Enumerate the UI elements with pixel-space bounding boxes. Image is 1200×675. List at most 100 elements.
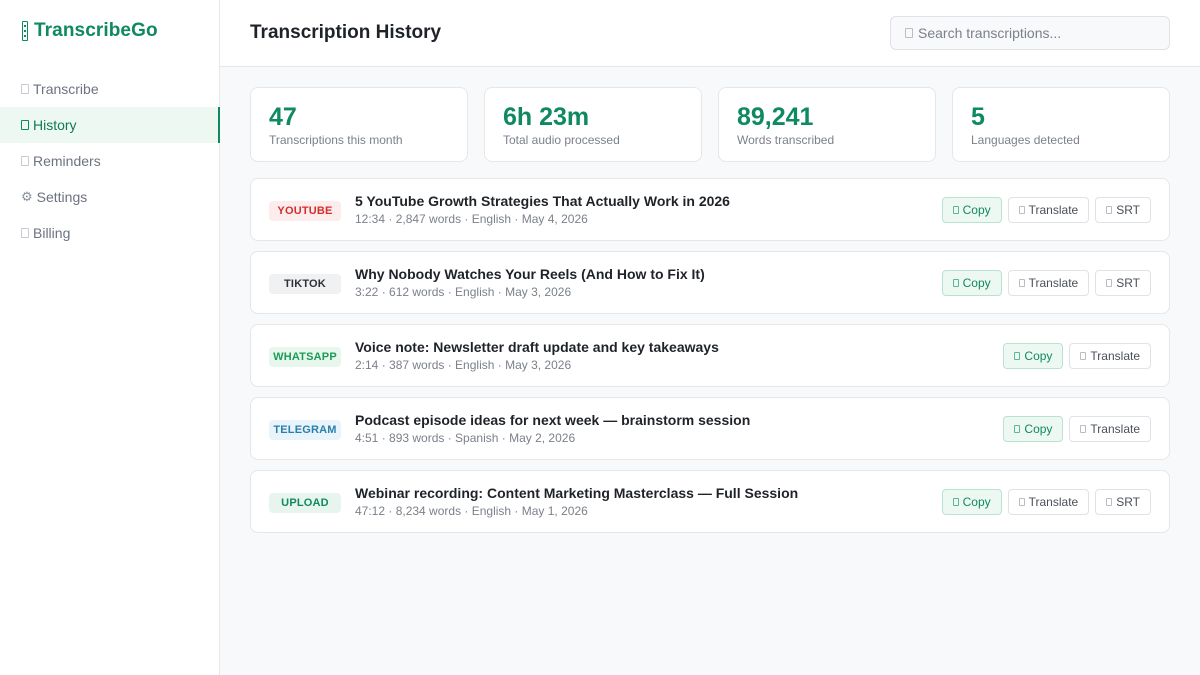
transcription-meta: 47:12 · 8,234 words · English · May 1, 2… — [355, 504, 588, 518]
transcription-meta: 4:51 · 893 words · Spanish · May 2, 2026 — [355, 431, 576, 445]
search-input[interactable] — [918, 25, 1158, 41]
button-label: Translate — [1090, 422, 1140, 436]
translate-button[interactable]: Translate — [1007, 197, 1090, 223]
sidebar-item-reminders[interactable]: Reminders — [0, 143, 220, 179]
button-label: SRT — [1116, 203, 1140, 217]
sidebar-item-label: History — [33, 117, 77, 133]
button-label: Copy — [1024, 349, 1053, 363]
transcription-meta: 12:34 · 2,847 words · English · May 4, 2… — [355, 212, 588, 226]
stat-value: 47 — [269, 103, 297, 131]
history-icon — [21, 120, 29, 130]
translate-icon — [1018, 279, 1025, 287]
source-badge: YOUTUBE — [269, 201, 341, 221]
stat-label: Words transcribed — [737, 133, 835, 147]
stat-label: Transcriptions this month — [269, 133, 403, 147]
transcription-meta: 2:14 · 387 words · English · May 3, 2026 — [355, 358, 572, 372]
transcription-row[interactable]: TELEGRAM Podcast episode ideas for next … — [250, 397, 1170, 460]
search-icon — [905, 28, 913, 38]
sidebar-item-billing[interactable]: Billing — [0, 215, 220, 251]
transcription-row[interactable]: YOUTUBE 5 YouTube Growth Strategies That… — [250, 178, 1170, 241]
button-label: SRT — [1116, 495, 1140, 509]
sidebar-nav: Transcribe History Reminders ⚙ Settings … — [0, 71, 220, 251]
stat-card-languages: 5 Languages detected — [952, 87, 1170, 162]
transcription-title[interactable]: Voice note: Newsletter draft update and … — [355, 339, 719, 355]
sidebar: TranscribeGo Transcribe History Reminder… — [0, 0, 220, 675]
gear-icon: ⚙ — [21, 189, 33, 204]
sidebar-item-label: Settings — [36, 189, 88, 205]
transcription-title[interactable]: Why Nobody Watches Your Reels (And How t… — [355, 266, 705, 282]
translate-icon — [1018, 206, 1025, 214]
copy-icon — [952, 206, 959, 214]
translate-button[interactable]: Translate — [1069, 416, 1151, 442]
source-badge: WHATSAPP — [269, 347, 341, 367]
document-icon — [21, 84, 29, 94]
copy-button[interactable]: Copy — [1003, 343, 1064, 369]
transcription-row[interactable]: UPLOAD Webinar recording: Content Market… — [250, 470, 1170, 533]
sidebar-item-label: Reminders — [33, 153, 101, 169]
transcription-row[interactable]: WHATSAPP Voice note: Newsletter draft up… — [250, 324, 1170, 387]
copy-icon — [952, 279, 959, 287]
brand-mark-icon — [22, 21, 28, 41]
button-label: Translate — [1090, 349, 1140, 363]
stat-card-words: 89,241 Words transcribed — [718, 87, 936, 162]
source-badge: TIKTOK — [269, 274, 341, 294]
sidebar-item-transcribe[interactable]: Transcribe — [0, 71, 220, 107]
button-label: Copy — [1024, 422, 1053, 436]
stat-value: 5 — [971, 103, 985, 131]
stat-card-transcriptions: 47 Transcriptions this month — [250, 87, 468, 162]
subtitle-icon — [1106, 206, 1113, 214]
button-label: Copy — [962, 203, 991, 217]
row-actions: Copy Translate SRT — [941, 270, 1151, 296]
sidebar-item-label: Transcribe — [33, 81, 99, 97]
brand-name: TranscribeGo — [34, 20, 158, 41]
source-badge: TELEGRAM — [269, 420, 341, 440]
sidebar-item-settings[interactable]: ⚙ Settings — [0, 179, 220, 215]
button-label: Translate — [1028, 276, 1079, 290]
source-badge: UPLOAD — [269, 493, 341, 513]
button-label: SRT — [1116, 276, 1140, 290]
button-label: Copy — [962, 276, 991, 290]
stat-label: Languages detected — [971, 133, 1080, 147]
search-box[interactable] — [890, 16, 1170, 50]
stat-card-audio: 6h 23m Total audio processed — [484, 87, 702, 162]
translate-button[interactable]: Translate — [1007, 489, 1090, 515]
page-title: Transcription History — [250, 22, 442, 43]
billing-icon — [21, 228, 29, 238]
stat-value: 89,241 — [737, 103, 814, 131]
copy-button[interactable]: Copy — [1003, 416, 1064, 442]
row-actions: Copy Translate — [1003, 416, 1151, 442]
reminder-icon — [21, 156, 29, 166]
copy-button[interactable]: Copy — [941, 489, 1002, 515]
transcription-row[interactable]: TIKTOK Why Nobody Watches Your Reels (An… — [250, 251, 1170, 314]
brand-logo[interactable]: TranscribeGo — [22, 20, 158, 42]
stat-label: Total audio processed — [503, 133, 620, 147]
translate-icon — [1080, 352, 1087, 360]
translate-icon — [1018, 498, 1025, 506]
sidebar-item-label: Billing — [33, 225, 71, 241]
row-actions: Copy Translate — [1003, 343, 1151, 369]
row-actions: Copy Translate SRT — [941, 489, 1151, 515]
translate-icon — [1080, 425, 1087, 433]
copy-icon — [952, 498, 959, 506]
srt-button[interactable]: SRT — [1095, 197, 1151, 223]
copy-button[interactable]: Copy — [941, 270, 1002, 296]
button-label: Translate — [1028, 495, 1079, 509]
page-header: Transcription History — [220, 0, 1200, 67]
transcription-meta: 3:22 · 612 words · English · May 3, 2026 — [355, 285, 572, 299]
copy-icon — [1014, 425, 1021, 433]
copy-icon — [1014, 352, 1021, 360]
copy-button[interactable]: Copy — [941, 197, 1002, 223]
subtitle-icon — [1106, 279, 1113, 287]
srt-button[interactable]: SRT — [1095, 270, 1151, 296]
transcription-title[interactable]: Podcast episode ideas for next week — br… — [355, 412, 750, 428]
translate-button[interactable]: Translate — [1007, 270, 1090, 296]
transcription-title[interactable]: Webinar recording: Content Marketing Mas… — [355, 485, 798, 501]
srt-button[interactable]: SRT — [1095, 489, 1151, 515]
subtitle-icon — [1106, 498, 1113, 506]
transcription-title[interactable]: 5 YouTube Growth Strategies That Actuall… — [355, 193, 730, 209]
stats-row: 47 Transcriptions this month 6h 23m Tota… — [250, 87, 1170, 162]
translate-button[interactable]: Translate — [1069, 343, 1151, 369]
sidebar-item-history[interactable]: History — [0, 107, 220, 143]
row-actions: Copy Translate SRT — [941, 197, 1151, 223]
button-label: Translate — [1028, 203, 1079, 217]
